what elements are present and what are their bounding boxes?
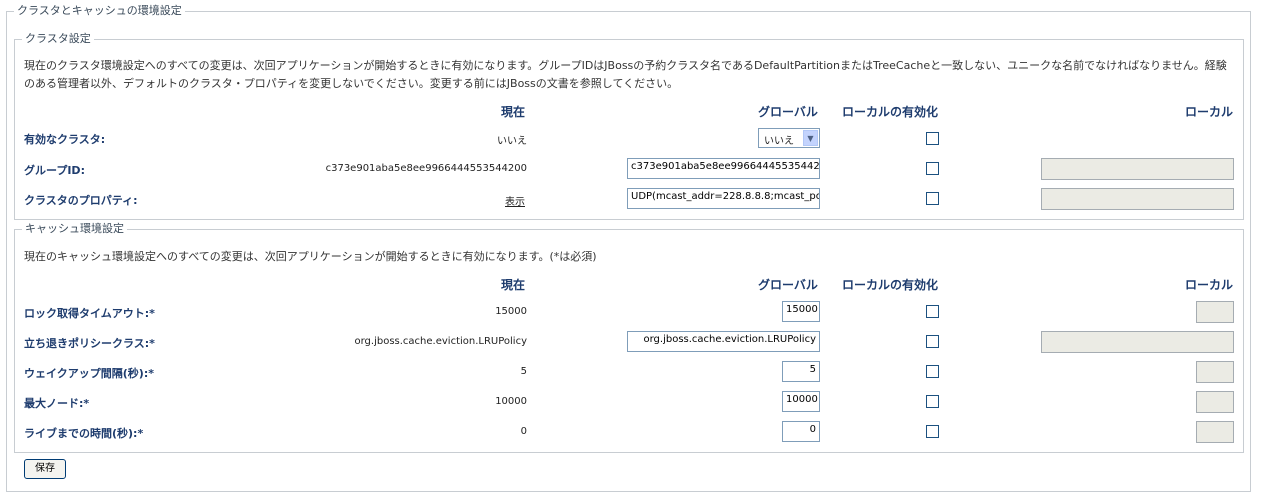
cluster-settings-title: クラスタ設定 xyxy=(22,32,94,46)
eviction-policy-local-input[interactable] xyxy=(1041,331,1234,353)
time-to-live-label: ライブまでの時間(秒):* xyxy=(24,427,144,440)
save-button[interactable]: 保存 xyxy=(24,459,66,479)
lock-timeout-global-input[interactable]: 15000 xyxy=(782,301,820,322)
cluster-enabled-current: いいえ xyxy=(497,136,527,147)
wakeup-interval-current: 5 xyxy=(520,366,527,377)
cluster-col-enable-local: ローカルの有効化 xyxy=(842,105,939,119)
cluster-properties-local-input[interactable] xyxy=(1041,188,1234,210)
cluster-properties-local-checkbox[interactable] xyxy=(926,192,939,205)
cluster-properties-label: クラスタのプロパティ: xyxy=(24,194,138,207)
wakeup-interval-local-input[interactable] xyxy=(1196,361,1234,383)
group-id-local-input[interactable] xyxy=(1041,158,1234,180)
cache-settings-title: キャッシュ環境設定 xyxy=(22,222,127,236)
lock-timeout-label: ロック取得タイムアウト:* xyxy=(24,307,155,320)
cache-col-local: ローカル xyxy=(1185,278,1234,292)
group-id-label: グループID: xyxy=(24,164,85,177)
eviction-policy-current: org.jboss.cache.eviction.LRUPolicy xyxy=(354,336,528,347)
time-to-live-current: 0 xyxy=(520,426,527,437)
max-nodes-local-input[interactable] xyxy=(1196,391,1234,413)
cache-col-global: グローバル xyxy=(758,278,818,292)
max-nodes-global-input[interactable]: 10000 xyxy=(782,391,820,412)
cluster-properties-view-link[interactable]: 表示 xyxy=(505,193,525,208)
outer-settings-title: クラスタとキャッシュの環境設定 xyxy=(14,4,185,18)
max-nodes-local-checkbox[interactable] xyxy=(926,395,939,408)
lock-timeout-local-input[interactable] xyxy=(1196,301,1234,323)
cluster-enabled-select[interactable]: いいえ ▼ xyxy=(758,128,820,148)
eviction-policy-label: 立ち退きポリシークラス:* xyxy=(24,337,155,350)
cluster-enabled-local-checkbox[interactable] xyxy=(926,132,939,145)
cluster-col-local: ローカル xyxy=(1185,105,1234,119)
eviction-policy-local-checkbox[interactable] xyxy=(926,335,939,348)
time-to-live-local-checkbox[interactable] xyxy=(926,425,939,438)
max-nodes-label: 最大ノード:* xyxy=(24,397,90,410)
time-to-live-local-input[interactable] xyxy=(1196,421,1234,443)
cache-col-current: 現在 xyxy=(501,278,526,292)
cluster-enabled-select-value: いいえ xyxy=(764,136,794,147)
cluster-col-current: 現在 xyxy=(501,105,526,119)
cache-description: 現在のキャッシュ環境設定へのすべての変更は、次回アプリケーションが開始するときに… xyxy=(24,250,597,263)
time-to-live-global-input[interactable]: 0 xyxy=(782,421,820,442)
lock-timeout-local-checkbox[interactable] xyxy=(926,305,939,318)
wakeup-interval-label: ウェイクアップ間隔(秒):* xyxy=(24,367,154,380)
eviction-policy-global-input[interactable]: org.jboss.cache.eviction.LRUPolicy xyxy=(627,331,820,352)
group-id-local-checkbox[interactable] xyxy=(926,162,939,175)
cluster-col-global: グローバル xyxy=(758,105,818,119)
group-id-global-input[interactable]: c373e901aba5e8ee9966444553544200 xyxy=(627,158,820,179)
cluster-properties-global-input[interactable]: UDP(mcast_addr=228.8.8.8;mcast_port=4556… xyxy=(627,188,820,209)
group-id-current: c373e901aba5e8ee9966444553544200 xyxy=(325,163,527,174)
chevron-down-icon[interactable]: ▼ xyxy=(803,130,818,146)
cluster-enabled-label: 有効なクラスタ: xyxy=(24,133,106,146)
lock-timeout-current: 15000 xyxy=(495,306,527,317)
wakeup-interval-local-checkbox[interactable] xyxy=(926,365,939,378)
max-nodes-current: 10000 xyxy=(495,396,527,407)
wakeup-interval-global-input[interactable]: 5 xyxy=(782,361,820,382)
cluster-description: 現在のクラスタ環境設定へのすべての変更は、次回アプリケーションが開始するときに有… xyxy=(24,59,1227,90)
cache-col-enable-local: ローカルの有効化 xyxy=(842,278,939,292)
